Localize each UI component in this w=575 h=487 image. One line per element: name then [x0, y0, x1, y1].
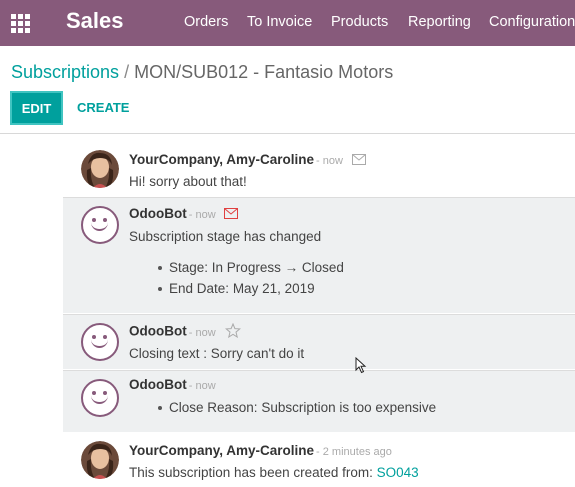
star-icon[interactable] [225, 322, 242, 341]
main-menu: Orders To Invoice Products Reporting Con… [0, 14, 575, 32]
menu-products[interactable]: Products [331, 14, 388, 30]
message-author: YourCompany, Amy-Caroline - 2 minutes ago [129, 443, 392, 458]
user-avatar [81, 441, 119, 479]
top-navbar: Sales Orders To Invoice Products Reporti… [0, 0, 575, 46]
message-author: OdooBot - now [129, 206, 239, 222]
message-body: This subscription has been created from:… [129, 465, 419, 480]
breadcrumb-subscriptions[interactable]: Subscriptions [11, 62, 119, 82]
odoobot-avatar [81, 206, 119, 244]
message-author: YourCompany, Amy-Caroline - now [129, 152, 366, 168]
chatter-note: OdooBot - now Subscription stage has chan… [63, 197, 575, 313]
chatter-note: OdooBot - now Close Reason: Subscription … [63, 370, 575, 432]
breadcrumb-current: MON/SUB012 - Fantasio Motors [134, 62, 394, 82]
message-date: - 2 minutes ago [316, 446, 392, 458]
message-date: - now [316, 155, 343, 167]
chatter-message: YourCompany, Amy-Caroline - 2 minutes ago… [0, 433, 575, 487]
message-body: Subscription stage has changed [129, 229, 322, 244]
sale-order-link[interactable]: SO043 [377, 465, 419, 480]
arrow-right-icon: → [284, 260, 299, 275]
message-date: - now [188, 326, 216, 339]
odoobot-avatar [81, 323, 119, 361]
chatter-note: OdooBot - now Closing text : Sorry can't … [63, 314, 575, 369]
chatter-message: YourCompany, Amy-Caroline - now Hi! sorry… [0, 142, 575, 198]
tracking-end-date: End Date: May 21, 2019 [158, 281, 315, 296]
odoobot-avatar [81, 379, 119, 417]
chatter-thread: YourCompany, Amy-Caroline - now Hi! sorry… [0, 134, 575, 487]
message-author: OdooBot - now [129, 322, 242, 341]
edit-button[interactable]: EDIT [10, 91, 63, 125]
breadcrumb: Subscriptions / MON/SUB012 - Fantasio Mo… [11, 62, 393, 83]
menu-configuration[interactable]: Configuration [489, 14, 575, 30]
mouse-cursor-icon [355, 357, 367, 374]
create-button[interactable]: CREATE [77, 100, 129, 115]
message-date: - now [188, 380, 216, 392]
breadcrumb-separator: / [124, 62, 130, 82]
control-panel: Subscriptions / MON/SUB012 - Fantasio Mo… [0, 46, 575, 134]
envelope-icon [351, 153, 366, 168]
message-body: Hi! sorry about that! [129, 174, 247, 189]
message-body: Closing text : Sorry can't do it [129, 346, 305, 361]
tracking-close-reason: Close Reason: Subscription is too expens… [158, 400, 436, 415]
tracking-stage: Stage: In Progress → Closed [158, 260, 344, 275]
message-author: OdooBot - now [129, 377, 216, 392]
menu-orders[interactable]: Orders [184, 14, 228, 30]
user-avatar [81, 150, 119, 188]
message-date: - now [188, 209, 216, 221]
menu-to-invoice[interactable]: To Invoice [247, 14, 312, 30]
menu-reporting[interactable]: Reporting [408, 14, 471, 30]
envelope-icon [224, 207, 239, 222]
